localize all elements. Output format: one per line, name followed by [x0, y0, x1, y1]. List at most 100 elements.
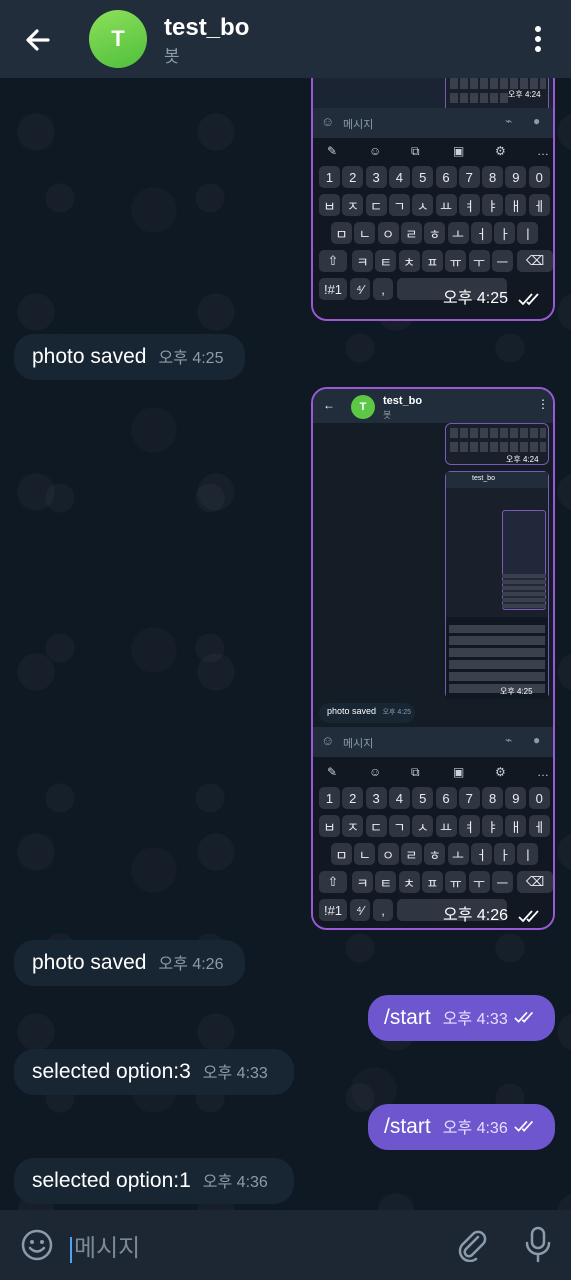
- key: ㅎ: [424, 222, 446, 244]
- key: 8: [482, 166, 504, 188]
- comma-key: ,: [373, 899, 393, 921]
- key: ㅎ: [424, 843, 446, 865]
- keyboard-toolbar-icon: ☺: [369, 144, 382, 158]
- message-bubble[interactable]: photo saved 오후 4:25: [14, 334, 245, 380]
- backspace-key: ⌫: [517, 250, 553, 272]
- message-bubble[interactable]: photo saved 오후 4:26: [14, 940, 245, 986]
- key: ㄹ: [400, 222, 422, 244]
- key: 9: [505, 166, 527, 188]
- text-caret: [70, 1236, 72, 1263]
- key: 7: [458, 166, 480, 188]
- double-check-icon: [518, 293, 540, 306]
- key: ㅌ: [375, 250, 397, 272]
- key: ㅏ: [494, 222, 516, 244]
- keyboard-toolbar-icon: …: [537, 144, 549, 158]
- keyboard-toolbar-icon: ✎: [327, 765, 338, 779]
- keyboard-toolbar-icon: …: [537, 765, 549, 779]
- backspace-key: ⌫: [517, 871, 553, 893]
- key: ㅕ: [458, 815, 480, 837]
- chat-title[interactable]: test_bo: [164, 14, 249, 42]
- key: ㅣ: [517, 222, 539, 244]
- key: 3: [365, 787, 387, 809]
- key: ㅍ: [421, 250, 443, 272]
- message-input-bar: 메시지: [0, 1210, 571, 1280]
- key: ㅌ: [375, 871, 397, 893]
- keyboard-toolbar-icon: ▣: [453, 144, 465, 158]
- key: ㅅ: [412, 194, 434, 216]
- key: 2: [342, 166, 364, 188]
- double-check-icon: [514, 1120, 533, 1132]
- symbol-key: !#1: [319, 278, 347, 300]
- avatar[interactable]: T: [89, 10, 147, 68]
- key: 4: [388, 166, 410, 188]
- chat-header: T test_bo 봇: [0, 0, 571, 78]
- mini-input-bar: ☺ 메시지 ⌁ ●: [313, 727, 553, 757]
- key: ㅕ: [458, 194, 480, 216]
- key: ㅔ: [528, 815, 550, 837]
- key: ㄷ: [365, 815, 387, 837]
- key: ㅡ: [491, 250, 513, 272]
- key: ㅁ: [331, 222, 352, 244]
- key: ㅊ: [398, 871, 420, 893]
- mini-chat: 오후 4:24 test_bo 오후 4:25 photo saved 오후 4…: [313, 423, 553, 727]
- key: 5: [412, 787, 434, 809]
- key: ㅁ: [331, 843, 352, 865]
- photo-message[interactable]: ← T test_bo 봇 ⋮ 오후 4:24 test_bo 오후 4:25 …: [311, 387, 555, 930]
- key: ㅜ: [468, 250, 490, 272]
- key: ㅋ: [352, 871, 373, 893]
- message-bubble[interactable]: /start 오후 4:36: [368, 1104, 555, 1150]
- key: ㅋ: [352, 250, 373, 272]
- symbol-key: !#1: [319, 899, 347, 921]
- key: ㅂ: [319, 194, 340, 216]
- photo-time: 오후 4:25: [443, 284, 544, 308]
- key: 9: [505, 787, 527, 809]
- key: ㅠ: [445, 871, 467, 893]
- nested-time: 오후 4:24: [508, 90, 541, 99]
- key: ㄷ: [365, 194, 387, 216]
- key: ⁴⁄: [350, 278, 370, 300]
- key: ⁴⁄: [350, 899, 370, 921]
- mini-input-bar: ☺ 메시지 ⌁ ●: [313, 108, 553, 138]
- key: ㅗ: [447, 222, 469, 244]
- key: ㅣ: [517, 843, 539, 865]
- message-list[interactable]: 오후 4:24 ☺ 메시지 ⌁ ● ✎ ☺ ⧉ ▣ ⚙… 1 2 3 4 5 6 7 8 9 0 ㅂㅈㄷㄱㅅㅛ…: [0, 78, 571, 1210]
- key: 5: [412, 166, 434, 188]
- paperclip-icon[interactable]: [456, 1228, 488, 1262]
- keyboard-toolbar-icon: ⚙: [495, 765, 506, 779]
- keyboard-toolbar-icon: ☺: [369, 765, 382, 779]
- photo-message[interactable]: 오후 4:24 ☺ 메시지 ⌁ ● ✎ ☺ ⧉ ▣ ⚙ … 1 2 3 4 5 6 7 8 9 0 ㅂㅈㄷㄱㅅㅛ…: [311, 78, 555, 321]
- key: ㅐ: [505, 194, 527, 216]
- key: ㅊ: [398, 250, 420, 272]
- keyboard-toolbar-icon: ⧉: [411, 765, 420, 779]
- key: ㅏ: [494, 843, 516, 865]
- key: 4: [388, 787, 410, 809]
- key: 1: [319, 787, 340, 809]
- key: ㅔ: [528, 194, 550, 216]
- key: 0: [528, 166, 550, 188]
- key: ㅓ: [470, 222, 492, 244]
- microphone-icon[interactable]: [524, 1226, 552, 1264]
- key: ㅈ: [342, 194, 364, 216]
- double-check-icon: [518, 910, 540, 923]
- key: ㅅ: [412, 815, 434, 837]
- mini-header: ← T test_bo 봇 ⋮: [313, 389, 553, 423]
- key: ㅛ: [435, 194, 457, 216]
- key: ㅇ: [377, 222, 399, 244]
- key: ㅈ: [342, 815, 364, 837]
- message-bubble[interactable]: selected option:1 오후 4:36: [14, 1158, 294, 1204]
- message-bubble[interactable]: selected option:3 오후 4:33: [14, 1049, 294, 1095]
- key: 8: [482, 787, 504, 809]
- key: 0: [528, 787, 550, 809]
- key: 2: [342, 787, 364, 809]
- key: ㄹ: [400, 843, 422, 865]
- message-bubble[interactable]: /start 오후 4:33: [368, 995, 555, 1041]
- arrow-left-icon[interactable]: [22, 24, 54, 56]
- more-vertical-icon[interactable]: [528, 24, 548, 54]
- emoji-icon[interactable]: [20, 1228, 54, 1262]
- key: ㄱ: [388, 194, 410, 216]
- keyboard-toolbar-icon: ▣: [453, 765, 465, 779]
- chat-subtitle: 봇: [164, 47, 180, 66]
- key: ㅗ: [447, 843, 469, 865]
- shift-key: ⇧: [319, 250, 347, 272]
- message-input[interactable]: 메시지: [70, 1228, 430, 1263]
